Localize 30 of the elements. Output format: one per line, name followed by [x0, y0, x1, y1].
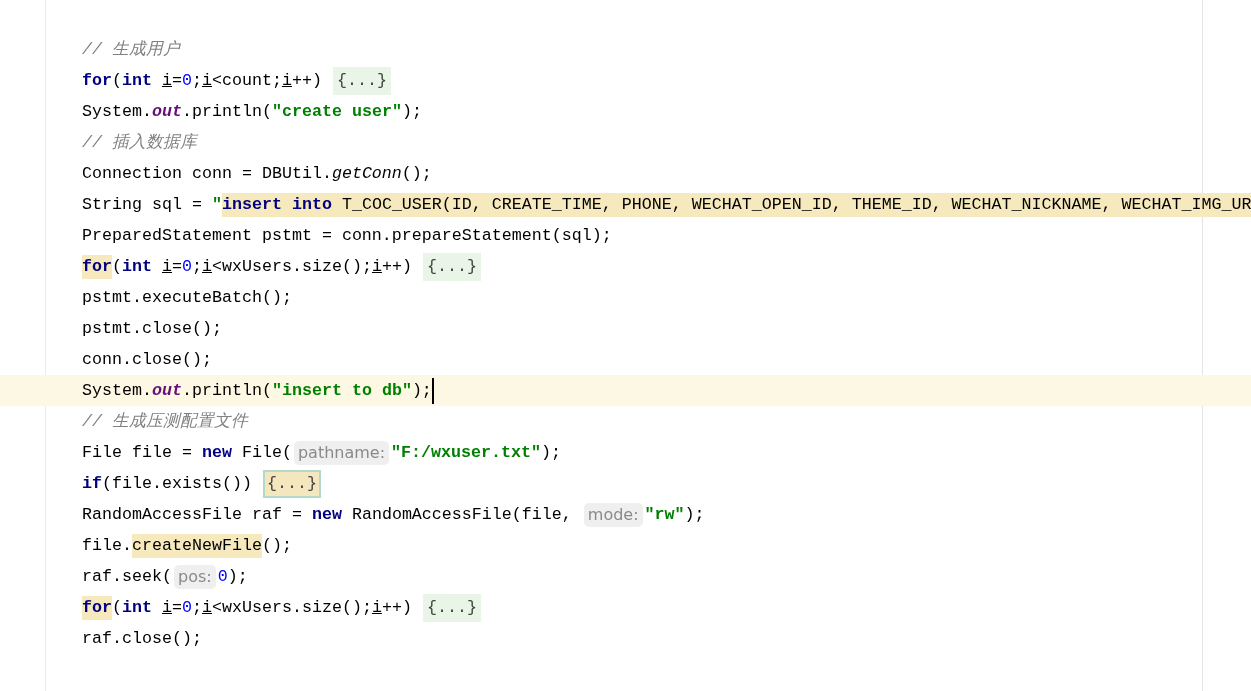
parameter-hint: pathname: [293, 440, 390, 465]
code-comment: // 插入数据库 [82, 131, 197, 154]
code-text: raf.seek( [82, 565, 172, 588]
folded-code[interactable]: {...} [332, 66, 391, 95]
code-text: for(int i=0;i<wxUsers.size();i++) [82, 254, 412, 279]
code-text: "rw"); [644, 503, 705, 526]
code-text: System.out.println("insert to db"); [82, 379, 432, 402]
code-text: String sql = "insert into T_COC_USER(ID, CREATE_TIME, PHONE, WECHAT_OPEN_ID, THEME_ID, WECHAT_NICKNAME, WECHAT_IMG_UR [82, 192, 1251, 217]
code-text: pstmt.executeBatch(); [82, 286, 292, 309]
code-text: if(file.exists()) [82, 472, 252, 495]
folded-code[interactable]: {...} [422, 593, 481, 622]
code-text: 0); [217, 565, 248, 588]
text-cursor [431, 377, 434, 404]
code-text: raf.close(); [82, 627, 202, 650]
parameter-hint: mode: [583, 502, 643, 527]
code-text: Connection conn = DBUtil.getConn(); [82, 162, 432, 185]
code-text: PreparedStatement pstmt = conn.prepareStatement(sql); [82, 224, 612, 247]
code-text: File file = new File( [82, 441, 292, 464]
code-text: RandomAccessFile raf = new RandomAccessFile(file, [82, 503, 573, 526]
code-comment: // 生成压测配置文件 [82, 410, 248, 433]
code-text: System.out.println("create user"); [82, 100, 422, 123]
code-text: for(int i=0;i<wxUsers.size();i++) [82, 595, 412, 620]
code-text: for(int i=0;i<count;i++) [82, 69, 322, 92]
code-text: pstmt.close(); [82, 317, 222, 340]
folded-code[interactable]: {...} [262, 469, 321, 498]
parameter-hint: pos: [173, 564, 216, 589]
code-text: conn.close(); [82, 348, 212, 371]
code-comment: // 生成用户 [82, 38, 180, 61]
folded-code[interactable]: {...} [422, 252, 481, 281]
code-text: "F:/wxuser.txt"); [391, 441, 561, 464]
